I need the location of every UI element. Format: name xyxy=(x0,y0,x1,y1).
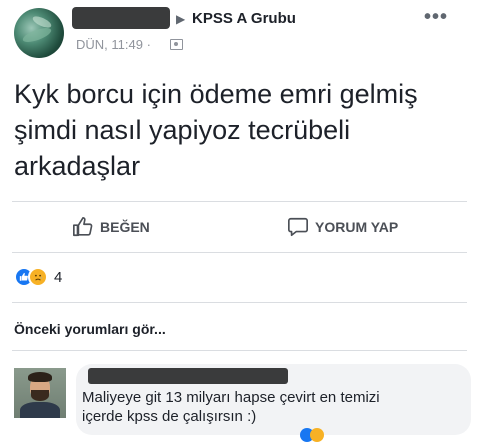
comment-reactions[interactable] xyxy=(300,428,340,442)
post-text-line: Kyk borcu için ödeme emri gelmiş xyxy=(14,79,418,109)
divider xyxy=(12,252,467,253)
divider xyxy=(12,302,467,303)
comment-button[interactable]: YORUM YAP xyxy=(287,212,398,242)
triangle-right-icon: ▶ xyxy=(176,12,186,26)
reactions-summary[interactable]: 4 xyxy=(14,266,62,288)
divider xyxy=(12,350,467,351)
divider xyxy=(12,201,467,202)
group-audience-icon xyxy=(170,39,183,50)
like-button[interactable]: BEĞEN xyxy=(72,212,150,242)
post-text-line: şimdi nasıl yapiyoz tecrübeli xyxy=(14,115,351,145)
comment-text: Maliyeye git 13 milyarı hapse çevirt en … xyxy=(82,388,452,426)
post-text-line: arkadaşlar xyxy=(14,151,141,181)
commenter-avatar[interactable] xyxy=(14,368,66,418)
previous-comments-link[interactable]: Önceki yorumları gör... xyxy=(14,321,166,337)
comment-text-line: Maliyeye git 13 milyarı hapse çevirt en … xyxy=(82,389,380,406)
post-header: ▶ KPSS A Grubu DÜN, 11:49 · ••• xyxy=(0,0,479,70)
more-options-button[interactable]: ••• xyxy=(424,6,448,29)
commenter-name-redacted[interactable] xyxy=(88,368,288,384)
author-name-redacted[interactable] xyxy=(72,7,170,29)
post-text: Kyk borcu için ödeme emri gelmiş şimdi n… xyxy=(14,76,464,184)
sad-reaction-icon xyxy=(28,267,48,287)
group-name-link[interactable]: KPSS A Grubu xyxy=(192,10,296,27)
post-timestamp[interactable]: DÜN, 11:49 · xyxy=(76,37,151,52)
reaction-count: 4 xyxy=(54,268,63,286)
comment-button-label: YORUM YAP xyxy=(315,219,399,235)
group-avatar[interactable] xyxy=(14,8,64,58)
sad-reaction-icon xyxy=(310,428,324,442)
like-button-label: BEĞEN xyxy=(100,219,150,235)
speech-bubble-icon xyxy=(288,217,308,237)
comment-text-line: içerde kpss de çalışırsın :) xyxy=(82,408,257,425)
thumbs-up-icon xyxy=(73,217,93,237)
